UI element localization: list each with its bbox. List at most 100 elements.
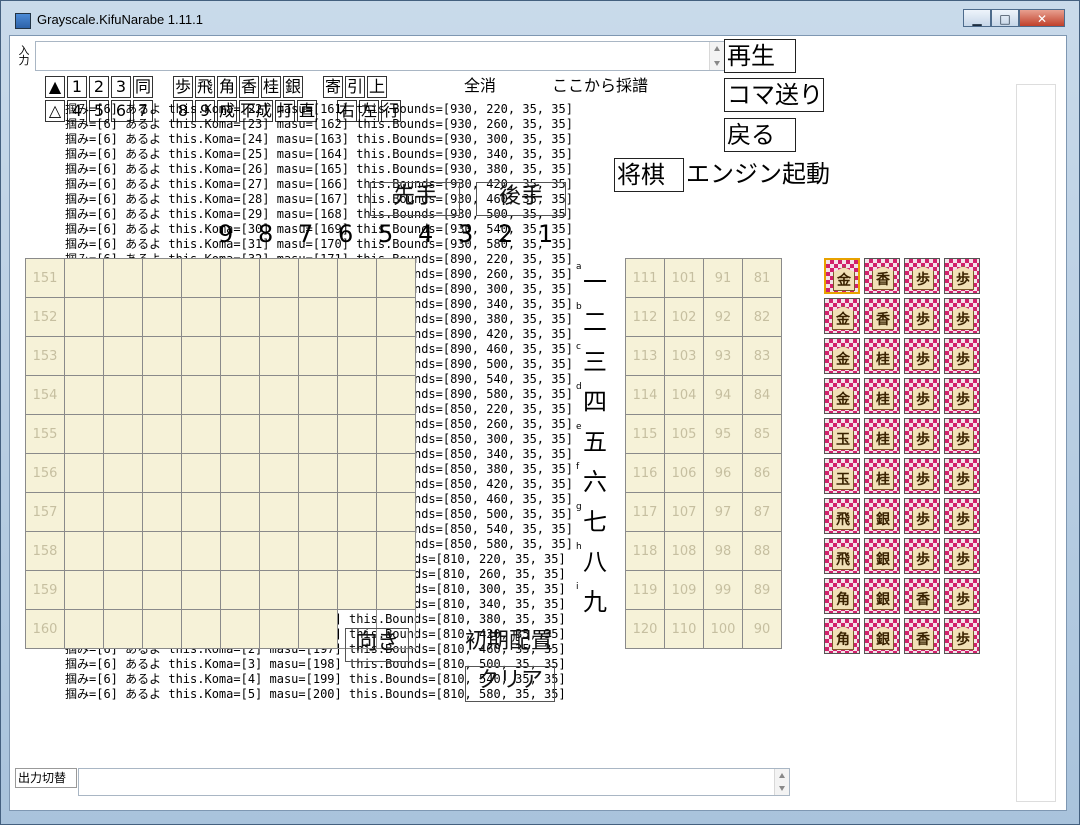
maximize-button[interactable]: □ <box>991 9 1019 27</box>
engine-start-button[interactable]: 将棋 <box>614 158 684 192</box>
toolbar-button[interactable]: 寄 <box>323 76 343 98</box>
stand-square[interactable]: 112 <box>625 297 665 337</box>
stand-square[interactable]: 83 <box>742 336 782 376</box>
board-square[interactable] <box>298 258 338 298</box>
shogi-piece[interactable]: 銀 <box>864 618 900 654</box>
stand-square[interactable]: 92 <box>703 297 743 337</box>
board-square[interactable] <box>259 453 299 493</box>
stand-square[interactable]: 115 <box>625 414 665 454</box>
shogi-piece[interactable]: 桂 <box>864 338 900 374</box>
shogi-piece[interactable]: 角 <box>824 618 860 654</box>
minimize-button[interactable]: ▁ <box>963 9 991 27</box>
board-square[interactable] <box>64 414 104 454</box>
board-square[interactable] <box>259 531 299 571</box>
shogi-piece[interactable]: 金 <box>824 258 860 294</box>
shogi-piece[interactable]: 歩 <box>904 338 940 374</box>
shogi-piece[interactable]: 歩 <box>904 418 940 454</box>
shogi-piece[interactable]: 玉 <box>824 458 860 494</box>
toolbar-button[interactable]: 引 <box>345 76 365 98</box>
shogi-piece[interactable]: 歩 <box>904 298 940 334</box>
shogi-piece[interactable]: 桂 <box>864 458 900 494</box>
toolbar-button[interactable]: 飛 <box>195 76 215 98</box>
stand-square[interactable]: 102 <box>664 297 704 337</box>
stand-square[interactable]: 87 <box>742 492 782 532</box>
board-square[interactable] <box>259 375 299 415</box>
stand-square[interactable]: 120 <box>625 609 665 649</box>
board-square[interactable] <box>103 570 143 610</box>
play-button[interactable]: 再生 <box>724 39 796 73</box>
board-square[interactable]: 158 <box>25 531 65 571</box>
board-square[interactable] <box>259 258 299 298</box>
stand-square[interactable]: 103 <box>664 336 704 376</box>
board-square[interactable] <box>337 414 377 454</box>
board-square[interactable] <box>376 297 416 337</box>
stand-square[interactable]: 89 <box>742 570 782 610</box>
shogi-piece[interactable]: 金 <box>824 338 860 374</box>
stand-square[interactable]: 113 <box>625 336 665 376</box>
board-square[interactable] <box>64 297 104 337</box>
board-square[interactable] <box>220 492 260 532</box>
board-square[interactable] <box>220 609 260 649</box>
stand-square[interactable]: 111 <box>625 258 665 298</box>
board-square[interactable] <box>103 375 143 415</box>
stand-square[interactable]: 108 <box>664 531 704 571</box>
shogi-piece[interactable]: 歩 <box>944 618 980 654</box>
toolbar-button[interactable]: 3 <box>111 76 131 98</box>
board-square[interactable] <box>337 492 377 532</box>
board-square[interactable]: 157 <box>25 492 65 532</box>
board-square[interactable] <box>220 414 260 454</box>
initial-setup-button[interactable]: 初期配置 <box>465 628 585 660</box>
board-square[interactable] <box>142 375 182 415</box>
shogi-piece[interactable]: 歩 <box>944 418 980 454</box>
output-scrollbar[interactable] <box>774 769 789 795</box>
shogi-piece[interactable]: 金 <box>824 378 860 414</box>
shogi-piece[interactable]: 香 <box>904 578 940 614</box>
stand-square[interactable]: 91 <box>703 258 743 298</box>
shogi-piece[interactable]: 歩 <box>944 578 980 614</box>
board-square[interactable] <box>142 609 182 649</box>
stand-square[interactable]: 104 <box>664 375 704 415</box>
board-square[interactable] <box>220 531 260 571</box>
board-square[interactable] <box>103 414 143 454</box>
stand-square[interactable]: 109 <box>664 570 704 610</box>
shogi-piece[interactable]: 香 <box>904 618 940 654</box>
back-button[interactable]: 戻る <box>724 118 796 152</box>
board-square[interactable] <box>64 375 104 415</box>
board-square[interactable] <box>376 570 416 610</box>
stand-square[interactable]: 101 <box>664 258 704 298</box>
board-square[interactable] <box>142 453 182 493</box>
board-square[interactable] <box>259 336 299 376</box>
board-square[interactable] <box>259 609 299 649</box>
stand-square[interactable]: 95 <box>703 414 743 454</box>
output-field[interactable] <box>78 768 790 796</box>
toolbar-button[interactable]: 2 <box>89 76 109 98</box>
board-square[interactable] <box>64 570 104 610</box>
board-square[interactable] <box>298 375 338 415</box>
board-square[interactable] <box>181 375 221 415</box>
input-scrollbar[interactable] <box>709 42 724 70</box>
board-square[interactable] <box>142 531 182 571</box>
board-square[interactable] <box>337 336 377 376</box>
shogi-piece[interactable]: 歩 <box>944 338 980 374</box>
stand-square[interactable]: 90 <box>742 609 782 649</box>
toolbar-button[interactable]: 1 <box>67 76 87 98</box>
gote-button[interactable]: 後手 <box>476 182 566 216</box>
record-from-here-button[interactable]: ここから採譜 <box>550 76 650 96</box>
stand-square[interactable]: 99 <box>703 570 743 610</box>
board-square[interactable] <box>337 531 377 571</box>
board-square[interactable] <box>220 570 260 610</box>
board-square[interactable] <box>337 297 377 337</box>
stand-square[interactable]: 84 <box>742 375 782 415</box>
board-square[interactable] <box>376 492 416 532</box>
shogi-piece[interactable]: 歩 <box>904 258 940 294</box>
stand-square[interactable]: 105 <box>664 414 704 454</box>
shogi-piece[interactable]: 歩 <box>904 498 940 534</box>
step-button[interactable]: コマ送り <box>724 78 824 112</box>
board-square[interactable] <box>298 336 338 376</box>
stand-square[interactable]: 81 <box>742 258 782 298</box>
board-square[interactable] <box>64 492 104 532</box>
shogi-piece[interactable]: 玉 <box>824 418 860 454</box>
shogi-piece[interactable]: 歩 <box>904 378 940 414</box>
board-square[interactable]: 155 <box>25 414 65 454</box>
close-button[interactable]: ✕ <box>1019 9 1065 27</box>
